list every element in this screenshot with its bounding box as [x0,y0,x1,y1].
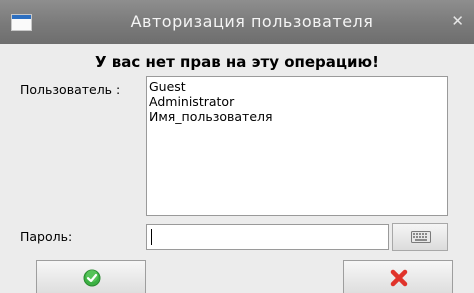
list-item-administrator[interactable]: Administrator [147,94,447,109]
keyboard-icon [411,231,431,243]
red-x-icon [390,269,408,287]
error-heading: У вас нет прав на эту операцию! [95,53,379,71]
window-title: Авторизация пользователя [130,12,374,31]
text-caret [151,229,152,245]
titlebar[interactable]: Авторизация пользователя ✕ [0,0,474,44]
ok-button[interactable] [36,260,146,293]
list-item-guest[interactable]: Guest [147,79,447,94]
virtual-keyboard-button[interactable] [392,223,448,251]
authorization-dialog: Авторизация пользователя ✕ У вас нет пра… [0,0,474,293]
green-check-icon [83,269,101,287]
password-label: Пароль: [20,229,73,244]
close-icon[interactable]: ✕ [451,12,464,30]
user-label: Пользователь : [20,82,121,97]
list-item-username[interactable]: Имя_пользователя [147,109,447,124]
user-list[interactable]: Guest Administrator Имя_пользователя [146,76,448,216]
cancel-button[interactable] [343,260,453,293]
password-input[interactable] [146,224,389,250]
